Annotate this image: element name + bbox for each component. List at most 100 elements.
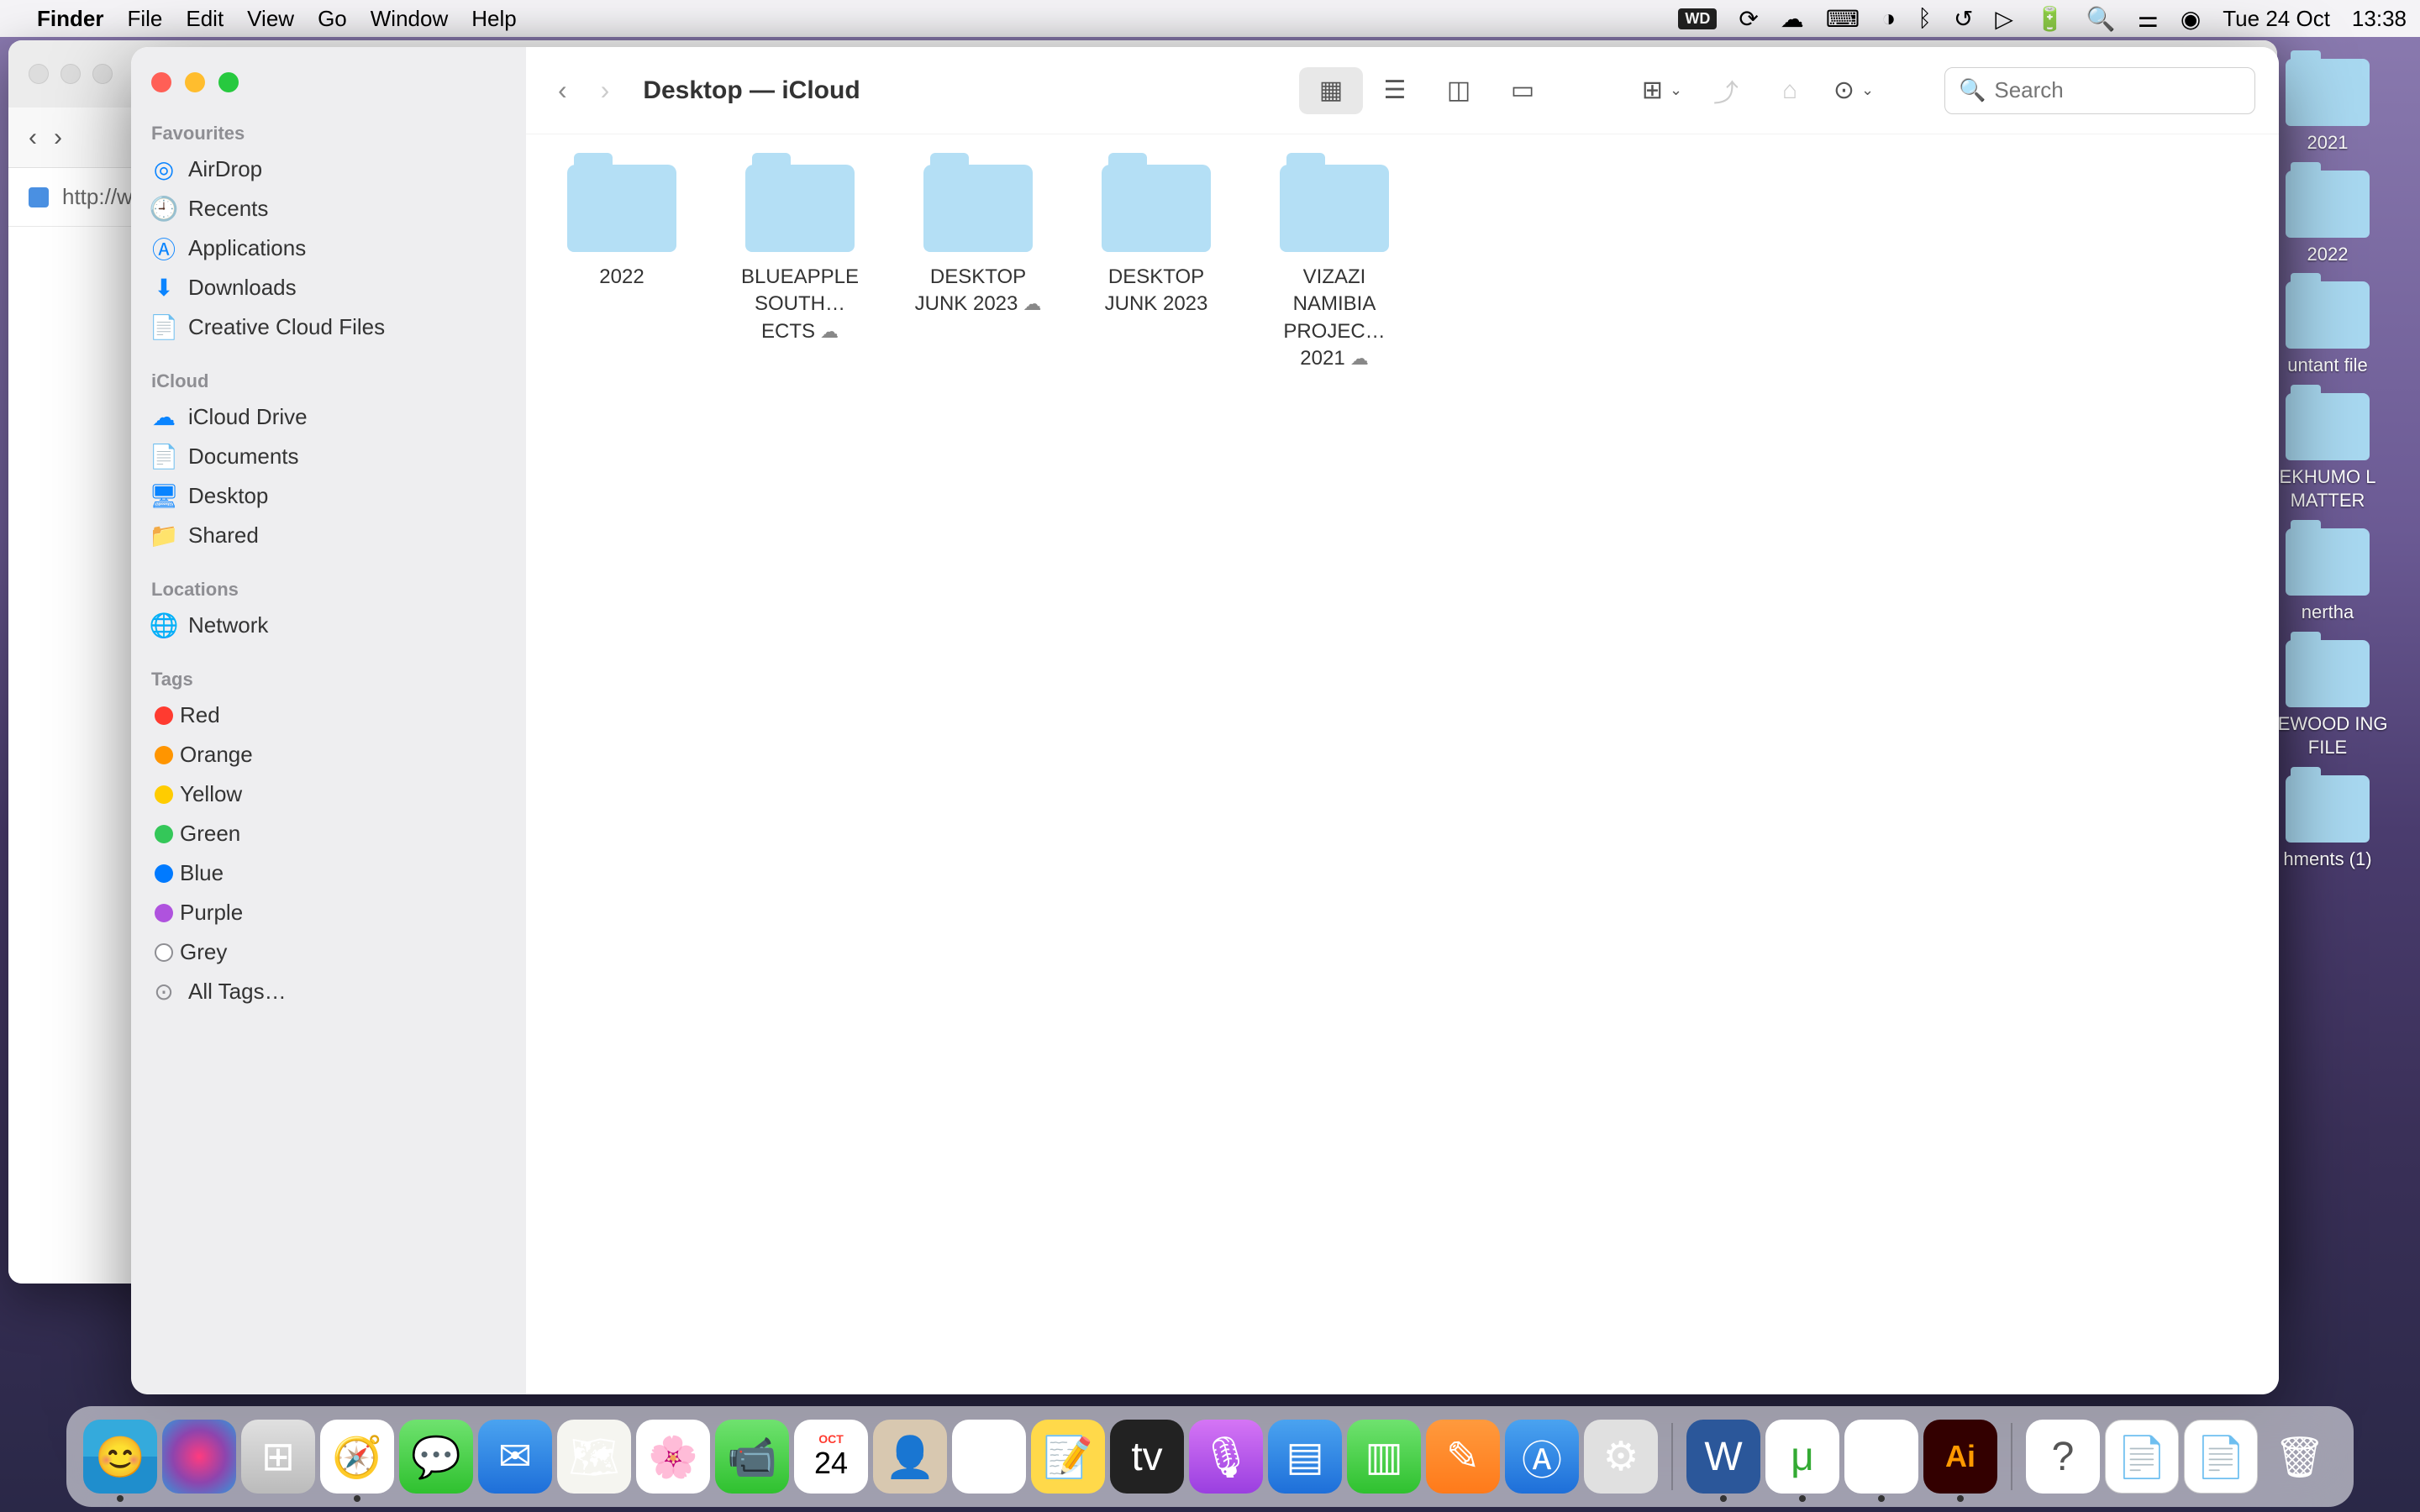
group-by-button[interactable]: ⊞⌄ [1639,67,1686,114]
sidebar-item-recents[interactable]: 🕘Recents [131,189,526,228]
dock-trash-icon[interactable]: 🗑 [2263,1420,2337,1494]
action-button[interactable]: ⊙⌄ [1830,67,1877,114]
dock-settings-icon[interactable]: ⚙︎ [1584,1420,1658,1494]
sidebar-item-creative-cloud[interactable]: 📄Creative Cloud Files [131,307,526,347]
keyboard-input-icon[interactable]: ⌨︎ [1826,5,1860,33]
dock-maps-icon[interactable]: 🗺 [557,1420,631,1494]
share-button[interactable]: ⤴︎ [1702,67,1749,114]
browser-url[interactable]: http://w [62,184,133,210]
sidebar-item-downloads[interactable]: ⬇︎Downloads [131,268,526,307]
battery-icon[interactable]: 🔋 [2035,5,2065,33]
sidebar-item-icloud-drive[interactable]: ☁︎iCloud Drive [131,397,526,437]
dock-pages-icon[interactable]: ✎ [1426,1420,1500,1494]
search-icon: 🔍 [1959,77,1986,103]
cloud-status-icon[interactable]: ☁︎ [1781,5,1804,33]
dock-safari-icon[interactable]: 🧭 [320,1420,394,1494]
sidebar-item-applications[interactable]: ⒶApplications [131,228,526,268]
sidebar-tag-grey[interactable]: Grey [131,932,526,972]
dock-recent-doc-icon[interactable]: 📄 [2184,1420,2258,1494]
sidebar-item-all-tags[interactable]: ⊙All Tags… [131,972,526,1011]
folder-label: 2022 [599,264,644,291]
browser-back-icon[interactable]: ‹ [29,123,37,152]
dock-tv-icon[interactable]: tv [1110,1420,1184,1494]
folder-item[interactable]: BLUEAPPLE SOUTH…ECTS☁︎ [728,165,872,373]
control-center-icon[interactable]: ⚌ [2138,5,2159,33]
sidebar-tag-yellow[interactable]: Yellow [131,774,526,814]
wd-drive-icon[interactable]: WD [1678,8,1717,29]
list-view-button[interactable]: ☰ [1363,67,1427,114]
dock-contacts-icon[interactable]: 👤 [873,1420,947,1494]
forward-button[interactable]: › [592,70,618,111]
dock-photos-icon[interactable]: 🌸 [636,1420,710,1494]
dock-chrome-icon[interactable]: ◉ [1844,1420,1918,1494]
dock-notes-icon[interactable]: 📝 [1031,1420,1105,1494]
sidebar-tag-purple[interactable]: Purple [131,893,526,932]
menu-file[interactable]: File [127,6,162,32]
sidebar-tag-green[interactable]: Green [131,814,526,853]
menu-view[interactable]: View [247,6,294,32]
dock-podcasts-icon[interactable]: 🎙 [1189,1420,1263,1494]
bluetooth-icon[interactable]: ᛒ [1918,5,1932,32]
menu-go[interactable]: Go [318,6,347,32]
sidebar-item-shared[interactable]: 📁Shared [131,516,526,555]
sidebar-tag-orange[interactable]: Orange [131,735,526,774]
app-name[interactable]: Finder [37,6,103,32]
browser-extension-icon[interactable]: ◑ [1881,5,1896,32]
close-button[interactable] [151,72,171,92]
folder-item[interactable]: VIZAZI NAMIBIA PROJEC…2021☁︎ [1262,165,1407,373]
dock-appstore-icon[interactable]: Ⓐ [1505,1420,1579,1494]
sidebar-item-airdrop[interactable]: ◎AirDrop [131,150,526,189]
icon-view-button[interactable]: ▦ [1299,67,1363,114]
folder-item[interactable]: 2022 [550,165,694,373]
dock-facetime-icon[interactable]: 📹 [715,1420,789,1494]
search-box[interactable]: 🔍 [1944,67,2255,114]
browser-traffic-lights[interactable] [29,64,113,84]
finder-traffic-lights[interactable] [131,62,526,116]
dock-help-icon[interactable]: ? [2026,1420,2100,1494]
dock-launchpad-icon[interactable]: ⊞ [241,1420,315,1494]
window-title: Desktop — iCloud [643,76,860,105]
sidebar-item-network[interactable]: 🌐Network [131,606,526,645]
now-playing-icon[interactable]: ▷ [1995,5,2013,33]
dock-illustrator-icon[interactable]: Ai [1923,1420,1997,1494]
column-view-button[interactable]: ◫ [1427,67,1491,114]
globe-icon: 🌐 [151,613,176,638]
menu-edit[interactable]: Edit [186,6,224,32]
menu-help[interactable]: Help [471,6,516,32]
zoom-button[interactable] [218,72,239,92]
menubar-date[interactable]: Tue 24 Oct [2223,6,2330,32]
dock-calendar-icon[interactable]: OCT24 [794,1420,868,1494]
sidebar-item-documents[interactable]: 📄Documents [131,437,526,476]
dock-word-icon[interactable]: W [1686,1420,1760,1494]
dock-finder-icon[interactable]: 😊 [83,1420,157,1494]
tag-dot-icon [155,706,173,725]
menubar-time[interactable]: 13:38 [2352,6,2407,32]
dock-messages-icon[interactable]: 💬 [399,1420,473,1494]
dock-numbers-icon[interactable]: ▥ [1347,1420,1421,1494]
sidebar-tag-red[interactable]: Red [131,696,526,735]
finder-file-grid[interactable]: 2022 BLUEAPPLE SOUTH…ECTS☁︎ DESKTOP JUNK… [526,134,2279,1394]
sync-icon[interactable]: ⟳ [1739,5,1758,33]
folder-item[interactable]: DESKTOP JUNK 2023☁︎ [906,165,1050,373]
folder-item[interactable]: DESKTOP JUNK 2023 [1084,165,1228,373]
dock-siri-icon[interactable] [162,1420,236,1494]
dock-mail-icon[interactable]: ✉︎ [478,1420,552,1494]
dock-keynote-icon[interactable]: ▤ [1268,1420,1342,1494]
cloud-download-icon: ☁︎ [1023,291,1041,317]
spotlight-icon[interactable]: 🔍 [2086,5,2116,33]
search-input[interactable] [1994,77,2275,103]
sidebar-item-desktop[interactable]: 🖥Desktop [131,476,526,516]
dock-utorrent-icon[interactable]: μ [1765,1420,1839,1494]
cloud-download-icon: ☁︎ [1350,346,1369,371]
gallery-view-button[interactable]: ▭ [1491,67,1555,114]
siri-icon[interactable]: ◉ [2181,5,2201,33]
time-machine-icon[interactable]: ↺ [1954,5,1973,33]
back-button[interactable]: ‹ [550,70,576,111]
tags-button[interactable]: ⌂ [1766,67,1813,114]
dock-recent-doc-icon[interactable]: 📄 [2105,1420,2179,1494]
dock-reminders-icon[interactable]: ☑︎ [952,1420,1026,1494]
sidebar-tag-blue[interactable]: Blue [131,853,526,893]
minimize-button[interactable] [185,72,205,92]
browser-forward-icon[interactable]: › [54,123,62,152]
menu-window[interactable]: Window [371,6,448,32]
